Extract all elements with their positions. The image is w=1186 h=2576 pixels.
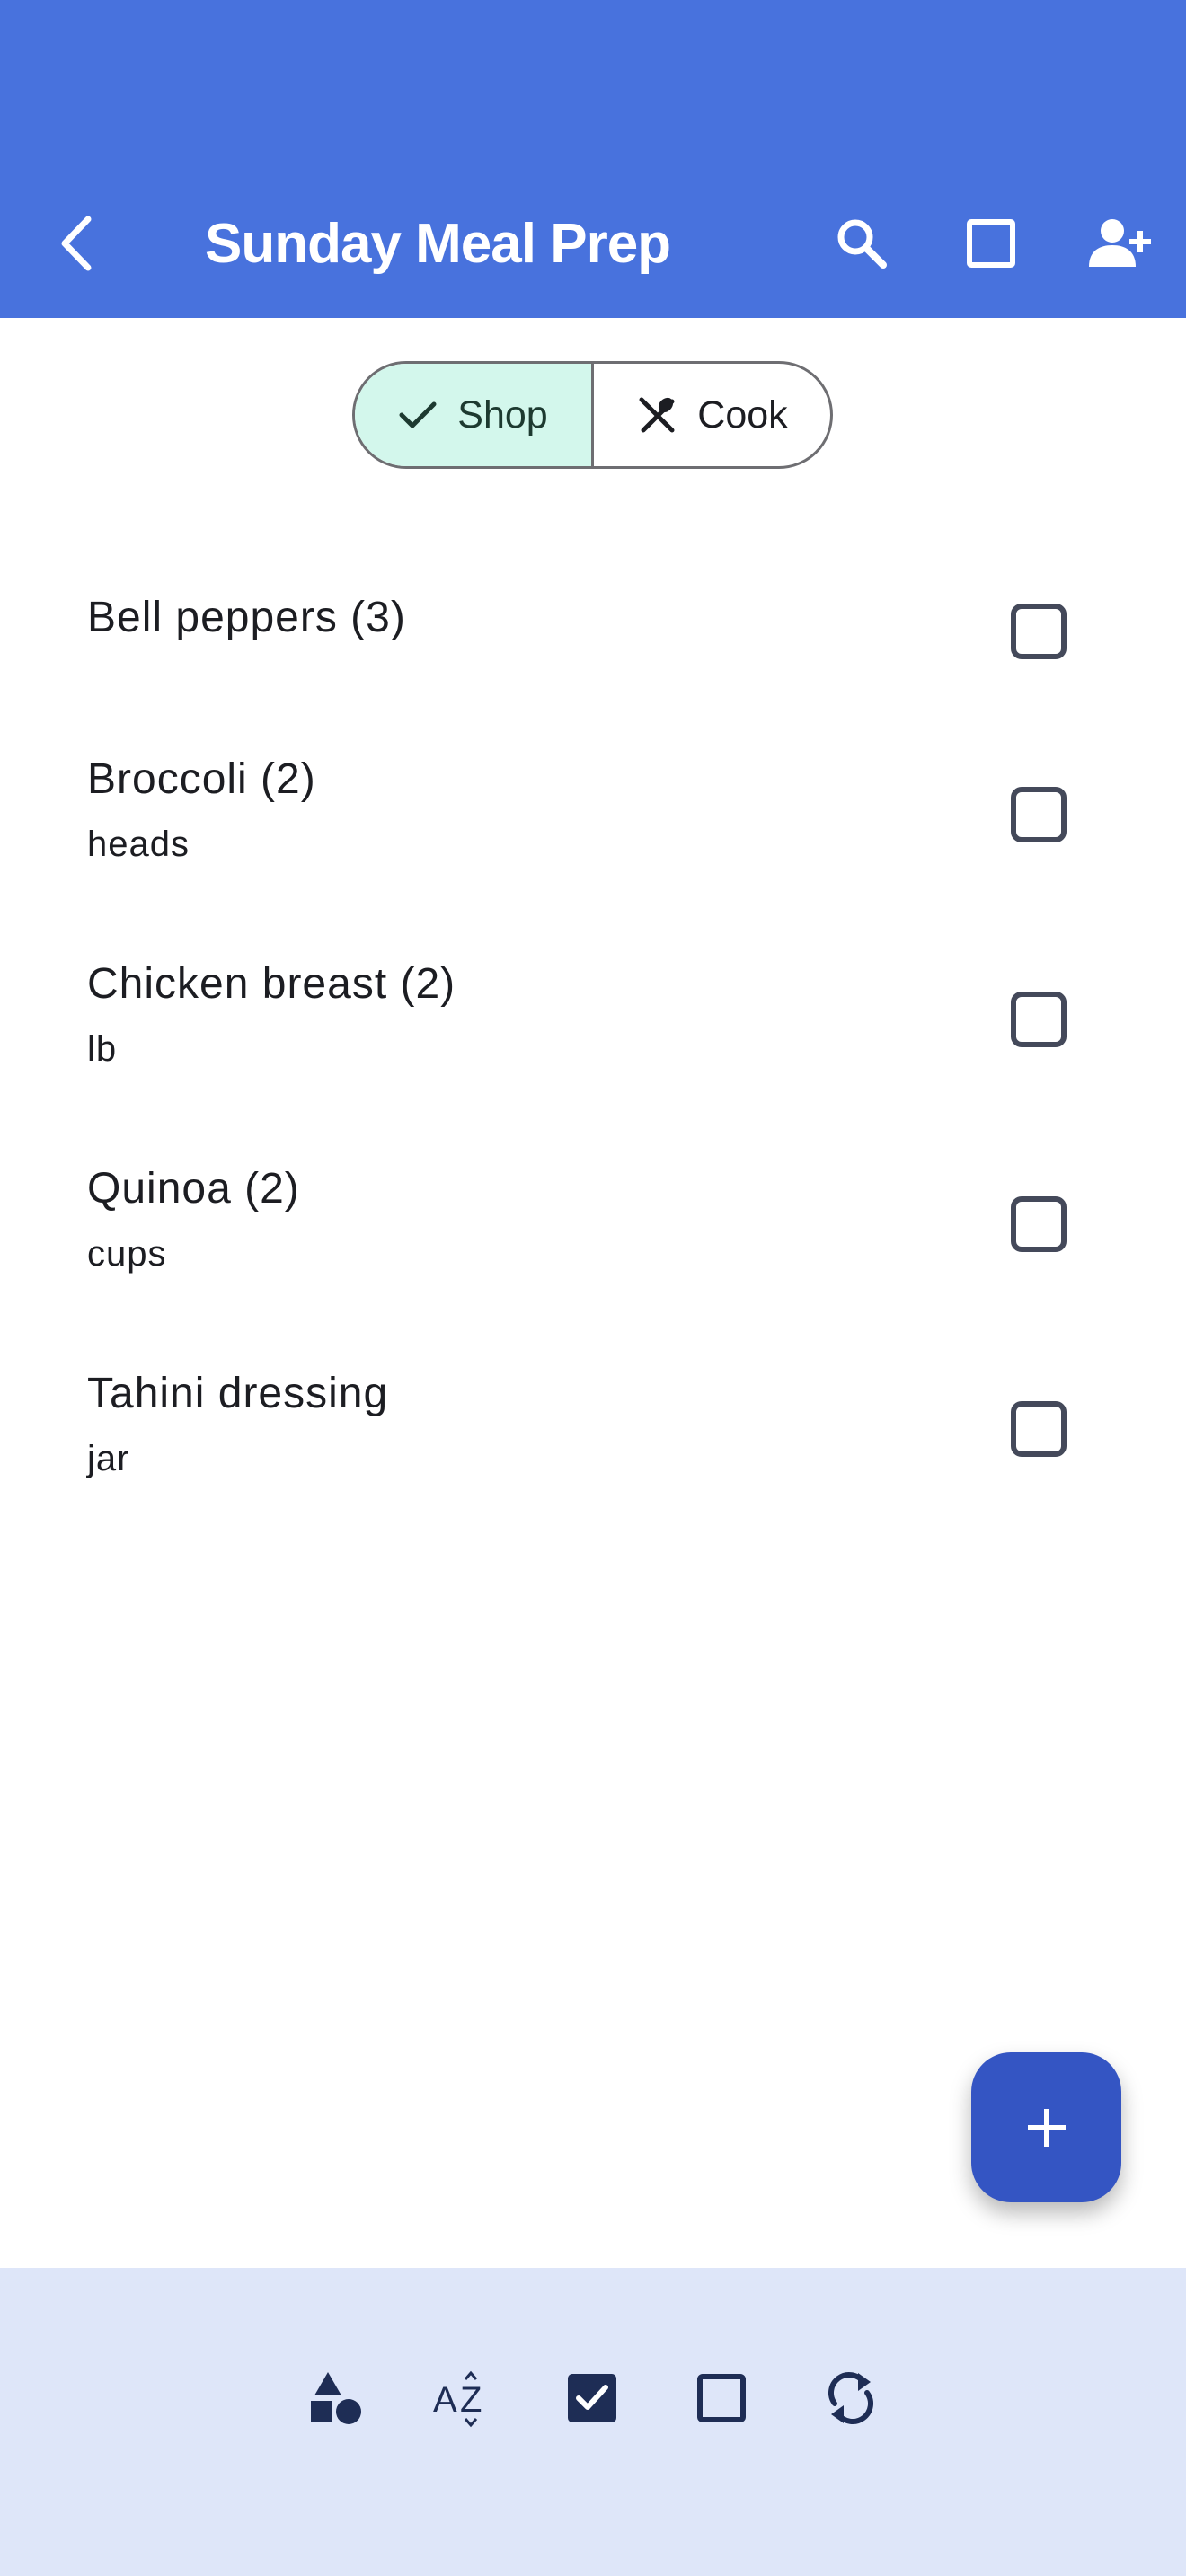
square-outline-icon (967, 219, 1015, 268)
sync-button[interactable] (810, 2358, 891, 2439)
share-list-button[interactable] (1080, 203, 1161, 284)
check-all-icon (568, 2374, 616, 2422)
select-mode-button[interactable] (951, 203, 1031, 284)
item-checkbox[interactable] (1011, 992, 1067, 1047)
page-title: Sunday Meal Prep (205, 212, 671, 275)
svg-text:A: A (433, 2380, 457, 2420)
shop-segment[interactable]: Shop (355, 364, 591, 466)
utensils-icon (639, 397, 675, 433)
search-button[interactable] (821, 203, 902, 284)
app-bar: Sunday Meal Prep (0, 0, 1186, 318)
sort-az-icon: A Z (433, 2370, 482, 2428)
sort-alphabetical-button[interactable]: A Z (422, 2358, 503, 2439)
cook-label: Cook (697, 393, 788, 437)
uncheck-all-button[interactable] (681, 2358, 762, 2439)
plus-icon (1027, 2108, 1066, 2147)
shapes-icon (311, 2372, 361, 2424)
back-button[interactable] (45, 203, 108, 284)
svg-text:Z: Z (460, 2380, 482, 2420)
item-name: Chicken breast (2) (87, 960, 456, 1008)
add-person-icon (1089, 219, 1151, 267)
add-item-button[interactable] (971, 2052, 1121, 2202)
item-checkbox[interactable] (1011, 1196, 1067, 1252)
shop-label: Shop (457, 393, 548, 437)
item-name: Tahini dressing (87, 1370, 389, 1417)
cook-segment[interactable]: Cook (591, 364, 830, 466)
item-unit: jar (87, 1439, 130, 1478)
search-icon (837, 219, 887, 269)
item-checkbox[interactable] (1011, 604, 1067, 659)
group-by-category-button[interactable] (295, 2358, 376, 2439)
sync-icon (828, 2372, 873, 2424)
item-checkbox[interactable] (1011, 1401, 1067, 1457)
item-checkbox[interactable] (1011, 787, 1067, 842)
mode-toggle: Shop Cook (352, 361, 833, 469)
item-name: Bell peppers (3) (87, 594, 406, 641)
check-icon (399, 401, 437, 428)
item-name: Quinoa (2) (87, 1165, 300, 1213)
bottom-toolbar: A Z (0, 2268, 1186, 2576)
back-arrow-icon (61, 216, 92, 271)
item-unit: heads (87, 825, 190, 864)
check-all-button[interactable] (552, 2358, 633, 2439)
item-unit: cups (87, 1234, 167, 1274)
uncheck-all-icon (697, 2374, 746, 2422)
item-unit: lb (87, 1029, 118, 1069)
item-name: Broccoli (2) (87, 755, 316, 803)
